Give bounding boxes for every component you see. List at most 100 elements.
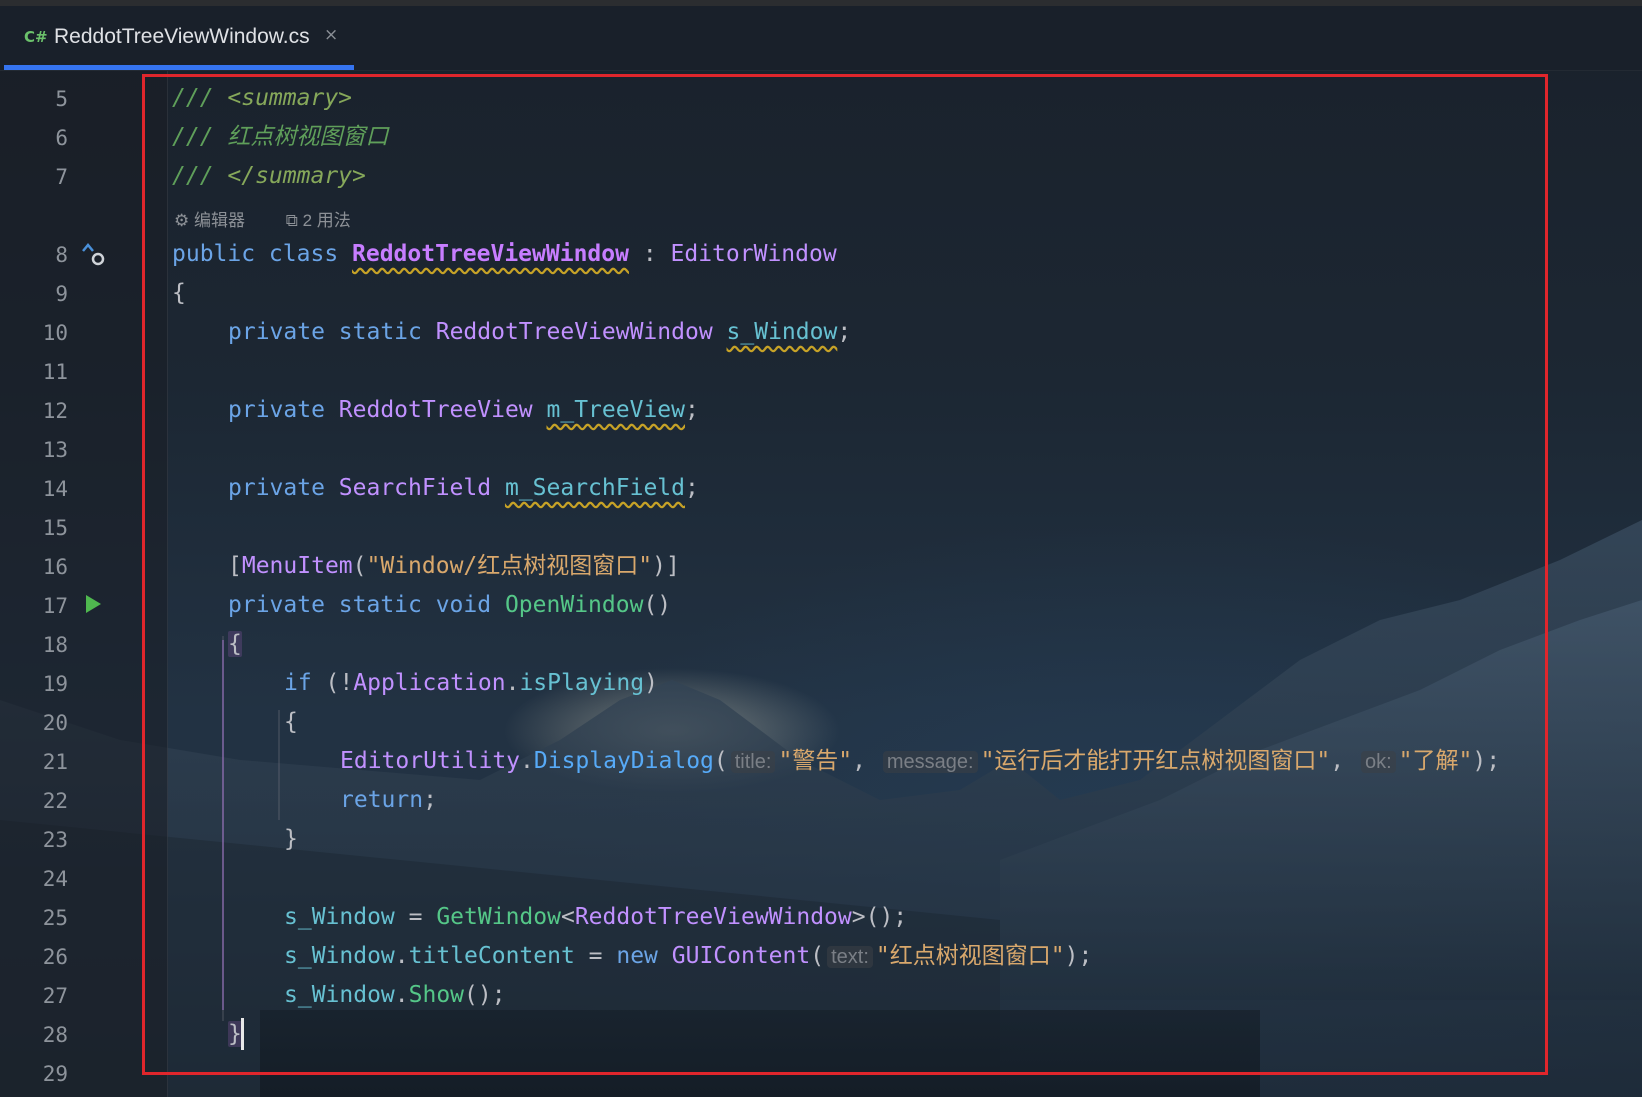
closing: ); [1472, 748, 1501, 774]
line-number: 26 [42, 945, 68, 969]
assign: = [574, 943, 617, 969]
code-line-5[interactable]: /// <summary> [172, 79, 352, 118]
code-line-19[interactable]: if (!Application.isPlaying) [284, 664, 658, 703]
code-line-18[interactable]: { [228, 625, 242, 664]
line-number: 27 [42, 984, 68, 1008]
line-number: 17 [42, 594, 68, 618]
property-name: isPlaying [519, 670, 645, 696]
doc-comment-text: /// 红点树视图窗口 [172, 124, 389, 150]
close-brace: } [284, 826, 298, 852]
active-scope-guide [222, 640, 224, 1010]
generic-open: < [560, 904, 575, 930]
string-literal: "红点树视图窗口" [875, 943, 1065, 969]
closing: )] [652, 553, 680, 579]
usages-codelens[interactable]: ⧉ 2 用法 [286, 211, 369, 230]
code-line-22[interactable]: return; [340, 781, 437, 820]
field-name: s_Window [284, 943, 395, 969]
code-line-28[interactable]: } [228, 1015, 242, 1054]
code-line-23[interactable]: } [284, 820, 298, 859]
field-name: m_TreeView [546, 397, 685, 423]
usages-codelens-label: 2 用法 [302, 211, 351, 230]
code-line-6[interactable]: /// 红点树视图窗口 [172, 118, 388, 157]
code-line-16[interactable]: [MenuItem("Window/红点树视图窗口")] [228, 547, 680, 586]
keyword: new [616, 943, 672, 969]
line-number: 24 [42, 867, 68, 891]
parameter-hint: title: [730, 751, 776, 773]
punctuation: (! [311, 670, 354, 696]
dot: . [394, 943, 409, 969]
line-number: 22 [42, 789, 68, 813]
code-line-25[interactable]: s_Window = GetWindow<ReddotTreeViewWindo… [284, 898, 907, 937]
implemented-base-class-icon[interactable] [80, 240, 108, 268]
code-line-8[interactable]: public class ReddotTreeViewWindow : Edit… [172, 235, 837, 274]
line-number: 15 [42, 516, 68, 540]
semicolon: ; [423, 787, 437, 813]
keyword: if [284, 670, 312, 696]
keyword: return [340, 787, 424, 813]
paren: ) [644, 670, 658, 696]
line-number: 6 [55, 126, 68, 150]
class-name: EditorUtility [340, 748, 521, 774]
csharp-file-icon: C# [24, 28, 48, 46]
code-line-21[interactable]: EditorUtility.DisplayDialog(title: "警告", … [340, 742, 1500, 781]
doc-comment-tag: <summary> [227, 85, 353, 111]
open-brace-matched: { [228, 631, 242, 657]
code-vision-hints: ⚙ 编辑器 ⧉ 2 用法 [174, 206, 387, 230]
line-number: 21 [42, 750, 68, 774]
class-name-declaration: ReddotTreeViewWindow [352, 241, 629, 267]
semicolon: ; [837, 319, 852, 345]
semicolon: ; [684, 475, 699, 501]
doc-comment-tag: </summary> [227, 163, 366, 189]
close-brace-matched: } [228, 1021, 242, 1047]
property-name: titleContent [408, 943, 575, 969]
type-name: ReddotTreeView [338, 397, 533, 423]
line-number: 18 [42, 633, 68, 657]
text-caret [241, 1018, 244, 1050]
run-method-icon[interactable] [86, 595, 101, 613]
code-line-17[interactable]: private static void OpenWindow() [228, 586, 671, 625]
paren: ( [810, 943, 825, 969]
field-name: s_Window [726, 319, 838, 345]
indent-guide [278, 710, 280, 820]
punctuation: : [628, 241, 671, 267]
closing: (); [464, 982, 506, 1008]
line-number: 19 [42, 672, 68, 696]
code-line-7[interactable]: /// </summary> [172, 157, 366, 196]
code-line-20[interactable]: { [284, 703, 298, 742]
bracket: [ [228, 553, 242, 579]
code-line-9[interactable]: { [172, 274, 186, 313]
parens: () [643, 592, 672, 618]
line-number: 20 [42, 711, 68, 735]
line-number: 13 [42, 438, 68, 462]
dot: . [394, 982, 409, 1008]
attribute-name: MenuItem [241, 553, 353, 579]
string-literal: "警告" [778, 748, 853, 774]
field-name: s_Window [284, 904, 395, 930]
editor-codelens[interactable]: ⚙ 编辑器 [174, 211, 263, 230]
keyword: private static [228, 319, 436, 345]
line-number: 9 [55, 282, 68, 306]
gutter-divider [167, 71, 168, 1097]
line-number: 25 [42, 906, 68, 930]
tab-file-name: ReddotTreeViewWindow.cs [54, 25, 310, 48]
keyword: public class [172, 241, 353, 267]
code-line-14[interactable]: private SearchField m_SearchField; [228, 469, 699, 508]
open-brace: { [172, 280, 186, 306]
paren: ( [713, 748, 728, 774]
editor-codelens-label: 编辑器 [193, 211, 245, 230]
code-line-27[interactable]: s_Window.Show(); [284, 976, 506, 1015]
code-line-26[interactable]: s_Window.titleContent = new GUIContent(t… [284, 937, 1092, 976]
type-name: SearchField [338, 475, 492, 501]
code-line-10[interactable]: private static ReddotTreeViewWindow s_Wi… [228, 313, 851, 352]
string-literal: "了解" [1398, 748, 1473, 774]
editor-tab-bar: C# ReddotTreeViewWindow.cs × [0, 6, 1642, 71]
tab-reddot-tree-view-window[interactable]: C# ReddotTreeViewWindow.cs × [4, 6, 354, 70]
doc-comment-prefix: /// [172, 163, 228, 189]
close-tab-icon[interactable]: × [324, 25, 338, 45]
parameter-hint: ok: [1360, 751, 1396, 773]
type-name: ReddotTreeViewWindow [435, 319, 713, 345]
method-name: DisplayDialog [533, 748, 714, 774]
code-line-12[interactable]: private ReddotTreeView m_TreeView; [228, 391, 699, 430]
